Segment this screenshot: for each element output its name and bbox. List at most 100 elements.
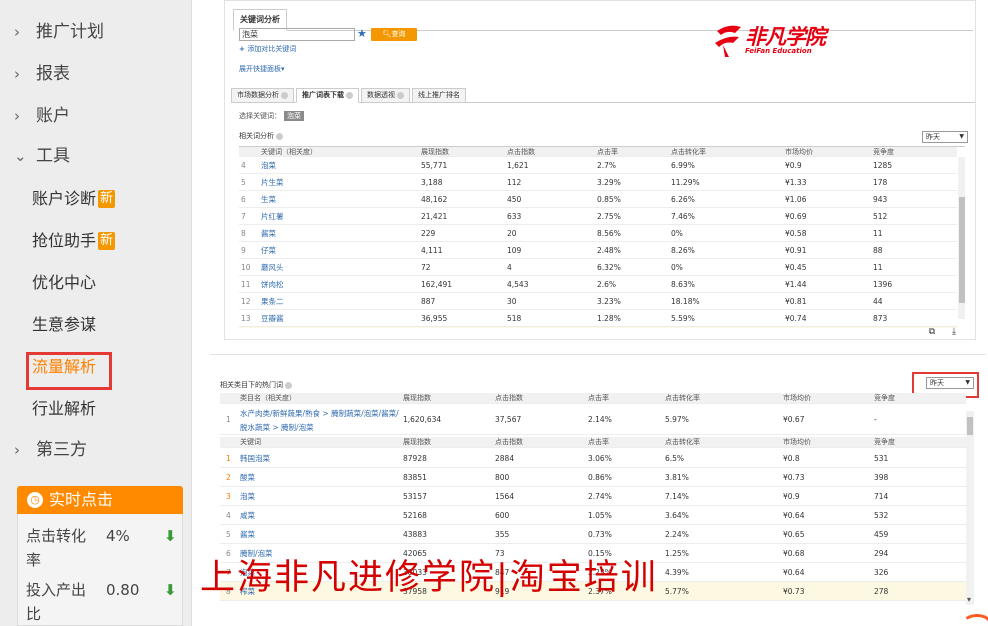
sidebar-sub-rank-helper[interactable]: 抢位助手新 [32,226,116,256]
col-header[interactable]: 竞争度 [873,147,933,157]
table-cell: ¥0.69 [785,212,807,221]
col-header[interactable]: 点击率 [588,393,666,404]
tab-keyword-download[interactable]: 推广词表下载 [296,88,359,103]
keyword-link[interactable]: 片生菜 [261,174,401,191]
category-row[interactable]: 1 水产肉类/新鲜蔬果/熟食 > 腌制蔬菜/泡菜/酱菜/脱水蔬菜 > 腌制/泡菜 1… [220,405,966,435]
table-row[interactable]: 7 片红薯 21,421 633 2.75% 7.46% ¥0.69 512 [239,208,957,225]
keyword-link[interactable]: 生菜 [261,191,401,208]
col-header[interactable]: 关键词（相关度） [261,147,401,157]
table-row[interactable]: 4 泡菜 55,771 1,621 2.7% 6.99% ¥0.9 1285 [239,157,957,174]
table-row[interactable]: 14 腌制泡菜 48,105679 1.28% 4.35% ¥0.75 474 [239,327,957,328]
sidebar-item-tools[interactable]: ⌄ 工具 [14,141,70,171]
table-row[interactable]: 10 蘑风头 72 4 6.32% 0% ¥0.45 11 [239,259,957,276]
sidebar-item-plans[interactable]: › 推广计划 [14,17,104,47]
col-header[interactable]: 市场均价 [785,147,865,157]
col-header[interactable]: 竞争度 [874,393,934,404]
tab-online-ranking[interactable]: 线上推广排名 [412,88,466,103]
keyword-link[interactable]: 酸菜 [240,468,400,487]
copy-icon[interactable]: ⧉ [925,326,939,338]
vertical-scrollbar[interactable] [958,157,965,319]
selected-keyword-tag[interactable]: 泡菜 [284,111,304,121]
table-row[interactable]: 4 咸菜 52168 600 1.05% 3.64% ¥0.64 532 [220,506,966,525]
sidebar-item-reports[interactable]: › 报表 [14,59,70,89]
table-row[interactable]: 13 豆瓣酱 36,955 518 1.28% 5.59% ¥0.74 873 [239,310,957,327]
realtime-header[interactable]: ◷ 实时点击 [17,486,183,514]
table-cell: 8.56% [597,229,621,238]
quick-panel-toggle[interactable]: 展开快捷面板▾ [239,64,285,74]
tab-label: 市场数据分析 [237,91,279,99]
keyword-link[interactable]: 腌制泡菜 [261,327,401,328]
keyword-link[interactable]: 酱菜 [261,225,401,242]
col-header[interactable]: 展现指数 [403,393,495,404]
table-cell: 6.26% [671,195,695,204]
vertical-scrollbar[interactable] [966,411,974,605]
sidebar-sub-optimization[interactable]: 优化中心 [32,268,96,298]
table-row[interactable]: 11 饼肉松 162,491 4,543 2.6% 8.63% ¥1.44 1396 [239,276,957,293]
keyword-link[interactable]: 酱菜 [240,525,400,544]
table-row[interactable]: 3 泡菜 53157 1564 2.74% 7.14% ¥0.9 714 [220,487,966,506]
col-header[interactable]: 点击转化率 [671,147,761,157]
scroll-thumb[interactable] [959,197,965,303]
table-row[interactable]: 8 酱菜 229 20 8.56% 0% ¥0.58 11 [239,225,957,242]
col-header[interactable]: 竞争度 [874,437,934,448]
table-row[interactable]: 2 酸菜 83851 800 0.86% 3.81% ¥0.73 398 [220,468,966,487]
col-header[interactable]: 市场均价 [783,437,873,448]
table-row[interactable]: 9 仔菜 4,111 109 2.48% 8.26% ¥0.91 88 [239,242,957,259]
sidebar-item-account[interactable]: › 账户 [14,101,70,131]
sidebar-item-third-party[interactable]: › 第三方 [14,435,87,465]
table-cell: 679 [507,327,593,328]
keyword-link[interactable]: 蘑风头 [261,259,401,276]
keyword-link[interactable]: 饼肉松 [261,276,401,293]
scroll-thumb[interactable] [967,417,973,435]
caret-down-icon[interactable]: ▾ [967,595,971,604]
category-link[interactable]: 水产肉类/新鲜蔬果/熟食 > 腌制蔬菜/泡菜/酱菜/脱水蔬菜 > 腌制/泡菜 [240,407,400,435]
table-cell: 5.97% [665,415,689,424]
sidebar-sub-traffic-analysis[interactable]: 流量解析 [32,352,96,382]
keyword-link[interactable]: 泡菜 [240,487,400,506]
col-header[interactable]: 点击转化率 [665,393,775,404]
arrow-down-icon: ⬇ [164,581,177,599]
table-cell: 1564 [495,492,515,501]
watermark-text: 上海非凡进修学院|淘宝培训 [200,558,658,598]
table-cell: 3.23% [597,297,621,306]
col-header[interactable]: 点击指数 [495,393,587,404]
period-select[interactable]: 昨天 ▼ [922,131,968,143]
keyword-link[interactable]: 仔菜 [261,242,401,259]
sidebar-sub-account-diagnosis[interactable]: 账户诊断新 [32,184,116,214]
table-cell: 0.86% [588,473,612,482]
keyword-link[interactable]: 果条二 [261,293,401,310]
keyword-link[interactable]: 咸菜 [240,506,400,525]
section-title: 相关词分析 [239,132,274,140]
col-header[interactable]: 展现指数 [403,437,495,448]
table-row[interactable]: 6 生菜 48,162 450 0.85% 6.26% ¥1.06 943 [239,191,957,208]
keyword-link[interactable]: 豆瓣酱 [261,310,401,327]
col-header[interactable]: 关键词 [240,437,400,448]
tab-data-pivot[interactable]: 数据透视 [361,88,410,103]
sidebar-sub-industry-analysis[interactable]: 行业解析 [32,394,96,424]
col-header[interactable]: 类目名（相关度） [240,393,400,404]
col-header[interactable]: 点击指数 [495,437,587,448]
col-header[interactable]: 点击指数 [507,147,597,157]
table-cell: 53157 [403,492,427,501]
col-header[interactable]: 展现指数 [421,147,511,157]
tab-market-data[interactable]: 市场数据分析 [231,88,294,103]
query-button[interactable]: 🔍︎查询 [371,28,417,41]
add-compare-link[interactable]: + 添加对比关键词 [239,44,296,54]
col-header[interactable]: 点击转化率 [665,437,775,448]
col-header[interactable]: 点击率 [597,147,667,157]
table-row[interactable]: 5 酱菜 43883 355 0.73% 2.24% ¥0.65 459 [220,525,966,544]
col-header[interactable]: 市场均价 [783,393,873,404]
sidebar-sub-business-advisor[interactable]: 生意参谋 [32,310,96,340]
table-row[interactable]: 1 韩国泡菜 87928 2884 3.06% 6.5% ¥0.8 531 [220,449,966,468]
keyword-link[interactable]: 韩国泡菜 [240,449,400,468]
star-icon[interactable]: ★ [357,27,367,40]
table-cell: 3.06% [588,454,612,463]
period-select[interactable]: 昨天 ▼ [926,377,974,389]
keyword-link[interactable]: 泡菜 [261,157,401,174]
keyword-link[interactable]: 片红薯 [261,208,401,225]
keyword-input[interactable]: 泡菜 [239,28,355,41]
col-header[interactable]: 点击率 [588,437,666,448]
download-icon[interactable]: ⤓ [947,326,961,338]
table-row[interactable]: 12 果条二 887 30 3.23% 18.18% ¥0.81 44 [239,293,957,310]
table-row[interactable]: 5 片生菜 3,188 112 3.29% 11.29% ¥1.33 178 [239,174,957,191]
